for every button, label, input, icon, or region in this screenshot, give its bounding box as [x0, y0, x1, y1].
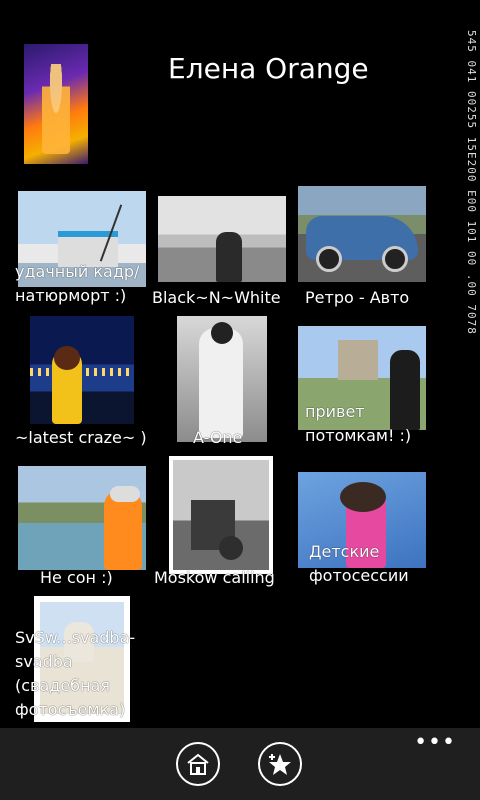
profile-avatar[interactable]	[24, 44, 88, 164]
add-to-favorites-button[interactable]	[258, 742, 302, 786]
album-label-3: Ретро - Авто	[305, 288, 410, 307]
home-icon	[187, 753, 209, 775]
album-label-10: SvSw...svadba-svadba (свадебная фотосъем…	[15, 628, 136, 719]
status-strip: 545 041 00255 15E200 E00 101 00 .00 7078	[465, 30, 478, 335]
more-options-button[interactable]: •••	[414, 732, 456, 754]
profile-name: Елена Orange	[168, 52, 369, 85]
application-bar: •••	[0, 728, 480, 800]
album-thumbnail-7[interactable]	[18, 466, 146, 570]
album-label-8: Moskow calling	[154, 568, 275, 587]
album-label-6: привет потомкам! :)	[305, 402, 412, 445]
album-label-9: Детские фотосессии	[309, 542, 409, 585]
album-label-4: ~latest craze~ )	[15, 428, 147, 447]
album-label-5: A-One	[193, 428, 243, 447]
album-thumbnail-2[interactable]	[158, 196, 286, 282]
star-plus-icon	[269, 754, 291, 775]
album-thumbnail-3[interactable]	[298, 186, 426, 282]
album-label-1: удачный кадр/ натюрморт :)	[15, 262, 140, 305]
album-label-7: Не сон :)	[40, 568, 113, 587]
album-label-2: Black~N~White	[152, 288, 281, 307]
album-thumbnail-5[interactable]	[177, 316, 267, 442]
album-thumbnail-8[interactable]	[169, 456, 273, 574]
album-thumbnail-4[interactable]	[30, 316, 134, 424]
home-button[interactable]	[176, 742, 220, 786]
